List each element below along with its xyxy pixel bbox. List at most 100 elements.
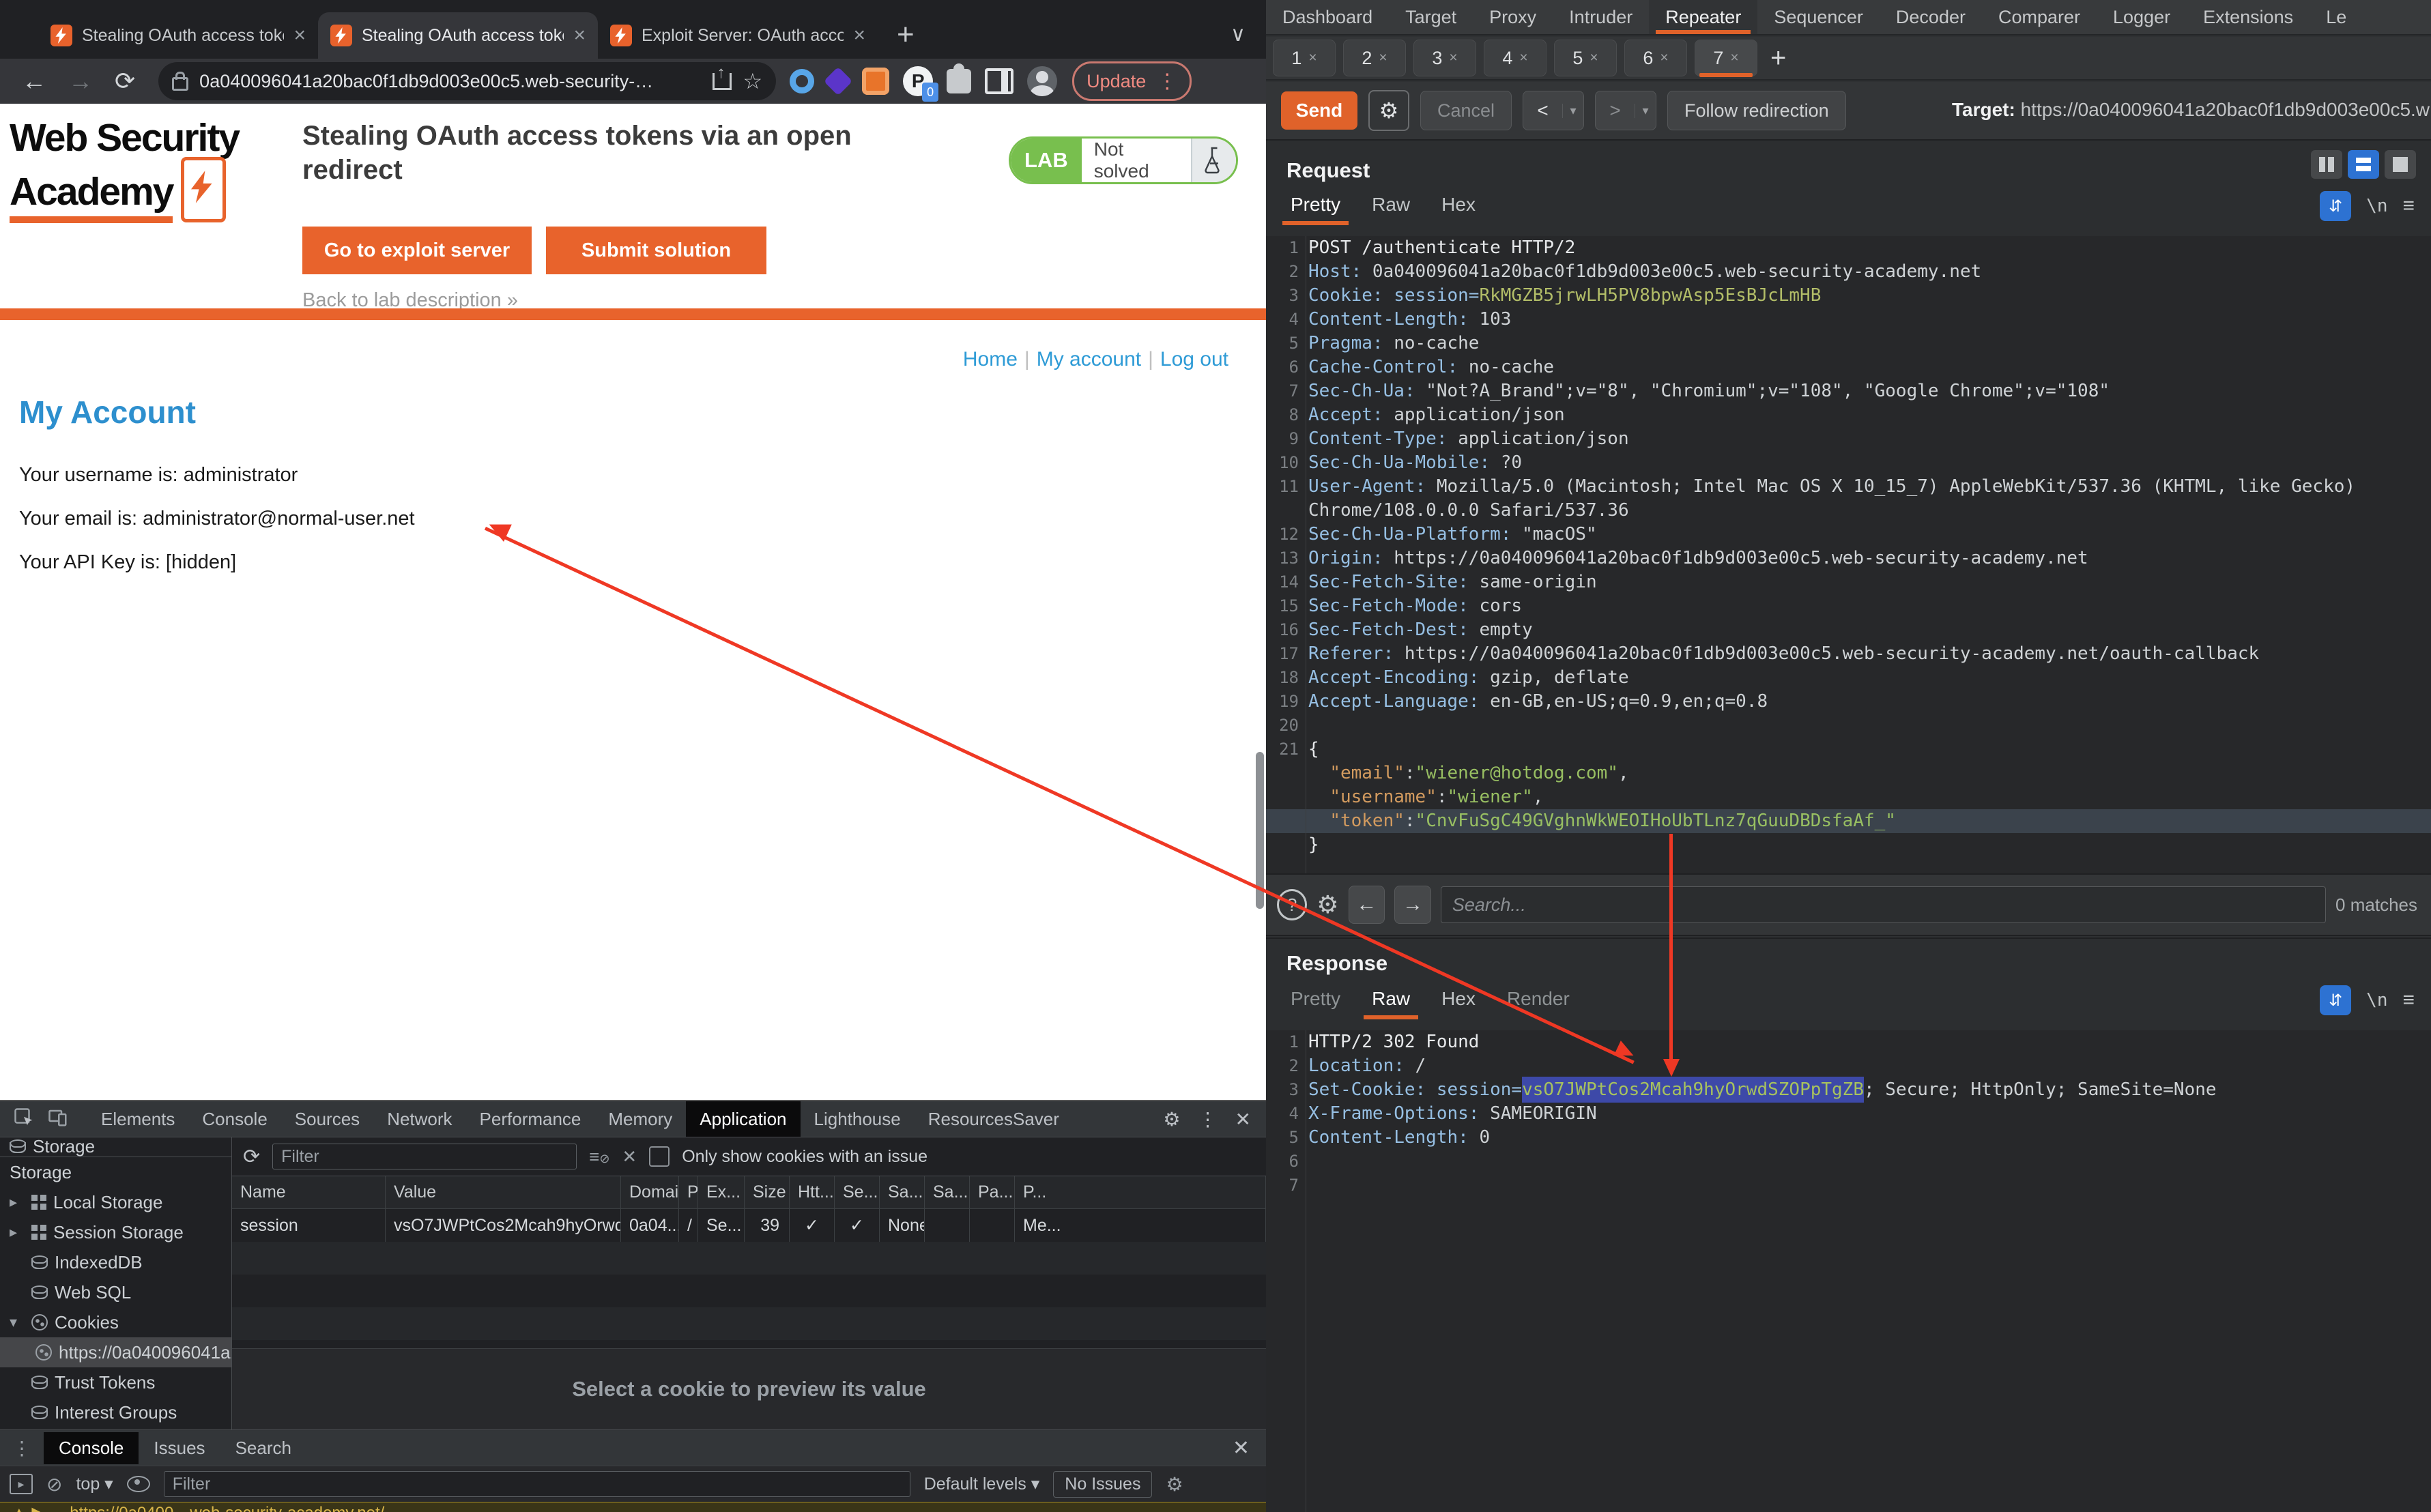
disclosure-triangle-icon[interactable]: ▸	[10, 1193, 25, 1211]
device-toolbar-icon[interactable]	[48, 1107, 68, 1131]
code-line[interactable]: 10 Sec-Ch-Ua-Mobile: ?0	[1266, 451, 2431, 475]
code-line[interactable]: 13 Origin: https://0a040096041a20bac0f1db…	[1266, 547, 2431, 570]
burp-tab[interactable]: Repeater	[1649, 0, 1758, 34]
devtools-tab[interactable]: Memory	[594, 1101, 686, 1137]
burp-tab[interactable]: Logger	[2097, 0, 2187, 34]
code-line[interactable]: 16 Sec-Fetch-Dest: empty	[1266, 618, 2431, 642]
code-line[interactable]: 18 Accept-Encoding: gzip, deflate	[1266, 666, 2431, 690]
tab-close-icon[interactable]: ×	[573, 24, 586, 47]
code-line[interactable]: 2 Host: 0a040096041a20bac0f1db9d003e00c5.…	[1266, 260, 2431, 284]
search-next-button[interactable]: →	[1394, 886, 1431, 924]
clear-console-icon[interactable]: ⊘	[46, 1473, 62, 1496]
address-bar[interactable]: 0a040096041a20bac0f1db9d003e00c5.web-sec…	[158, 62, 777, 100]
url-text[interactable]: 0a040096041a20bac0f1db9d003e00c5.web-sec…	[199, 71, 702, 92]
browser-tab-1[interactable]: Stealing OAuth access tokens ×	[38, 12, 318, 59]
repeater-tab-4[interactable]: 4 ×	[1484, 40, 1547, 76]
console-sidebar-toggle-icon[interactable]: ▸	[10, 1474, 33, 1494]
context-dropdown[interactable]: top ▾	[76, 1474, 113, 1494]
soft-wrap-icon[interactable]: ⇵	[2320, 985, 2352, 1015]
column-header[interactable]: Ex...	[698, 1176, 745, 1208]
column-header[interactable]: Domain	[621, 1176, 679, 1208]
cookie-cell[interactable]: ✓	[790, 1209, 835, 1242]
sidebar-item[interactable]: IndexedDB	[0, 1247, 231, 1277]
chrome-update-button[interactable]: Update ⋮	[1072, 61, 1192, 101]
code-line[interactable]: 6	[1266, 1150, 2431, 1174]
burp-tab[interactable]: Comparer	[1982, 0, 2097, 34]
repeater-tab-close-icon[interactable]: ×	[1730, 50, 1738, 66]
log-levels-dropdown[interactable]: Default levels ▾	[924, 1474, 1040, 1494]
devtools-tab[interactable]: Application	[686, 1101, 801, 1137]
code-line[interactable]: 8 Accept: application/json	[1266, 403, 2431, 427]
cookie-cell[interactable]: None	[880, 1209, 925, 1242]
extension-icon-ring[interactable]	[790, 69, 815, 93]
prev-request-button[interactable]: < ▾	[1523, 91, 1585, 130]
browser-tab-2-active[interactable]: Stealing OAuth access tokens ×	[318, 12, 598, 59]
bookmark-star-icon[interactable]: ☆	[743, 68, 762, 94]
column-header[interactable]: Se...	[835, 1176, 880, 1208]
code-line[interactable]: "username":"wiener",	[1266, 785, 2431, 809]
layout-columns-button[interactable]	[2311, 150, 2342, 179]
go-to-exploit-server-button[interactable]: Go to exploit server	[302, 227, 532, 274]
response-tab-render[interactable]: Render	[1496, 984, 1581, 1014]
extension-icon-diamond[interactable]	[823, 66, 853, 96]
code-line[interactable]: 4 Content-Length: 103	[1266, 308, 2431, 332]
cookie-cell[interactable]	[925, 1209, 970, 1242]
filter-flag-icon[interactable]: ≡⊘	[589, 1146, 609, 1167]
profile-avatar[interactable]	[1027, 66, 1058, 96]
devtools-tab[interactable]: Console	[188, 1101, 280, 1137]
search-input[interactable]	[1440, 886, 2327, 923]
layout-single-button[interactable]	[2385, 150, 2416, 179]
drawer-kebab-icon[interactable]: ⋮	[12, 1437, 31, 1459]
add-repeater-tab-button[interactable]: +	[1770, 43, 1786, 74]
sidebar-item-cookie-origin-selected[interactable]: https://0a040096041a20ba	[0, 1337, 231, 1367]
repeater-tab-close-icon[interactable]: ×	[1519, 50, 1527, 66]
code-line[interactable]: 12 Sec-Ch-Ua-Platform: "macOS"	[1266, 523, 2431, 547]
cookie-cell[interactable]: Se...	[698, 1209, 745, 1242]
cancel-button[interactable]: Cancel	[1420, 91, 1512, 130]
editor-menu-icon[interactable]: ≡	[2402, 989, 2415, 1012]
sidebar-item[interactable]: ▸ Session Storage	[0, 1217, 231, 1247]
code-line[interactable]: "token":"CnvFuSgC49GVghnWkWEOIHoUbTLnz7q…	[1266, 809, 2431, 833]
share-icon[interactable]	[713, 63, 732, 90]
browser-menu-kebab-icon[interactable]: ⋮	[1157, 70, 1177, 93]
code-line[interactable]: 19 Accept-Language: en-GB,en-US;q=0.9,en;…	[1266, 690, 2431, 714]
code-line[interactable]: Chrome/108.0.0.0 Safari/537.36	[1266, 499, 2431, 523]
console-warning-row-clipped[interactable]: ▲ ▶ … https://0a0400…web-security-academ…	[0, 1502, 1266, 1512]
repeater-tab-6[interactable]: 6 ×	[1624, 40, 1687, 76]
repeater-tab-1[interactable]: 1 ×	[1273, 40, 1336, 76]
column-header[interactable]: Name	[232, 1176, 386, 1208]
response-editor[interactable]: 1 HTTP/2 302 Found 2 Location: /3 Set-Cookie…	[1266, 1030, 2431, 1512]
follow-redirection-button[interactable]: Follow redirection	[1667, 91, 1846, 130]
disclosure-triangle-icon[interactable]: ▸	[10, 1223, 25, 1241]
devtools-tab[interactable]: Performance	[466, 1101, 595, 1137]
devtools-tab[interactable]: Elements	[87, 1101, 188, 1137]
request-tab-hex[interactable]: Hex	[1430, 190, 1486, 220]
burp-tab[interactable]: Decoder	[1880, 0, 1982, 34]
cookie-filter-input[interactable]: Filter	[272, 1144, 577, 1169]
column-header[interactable]: Sa...	[925, 1176, 970, 1208]
sidebar-item[interactable]: ▾ Cookies	[0, 1307, 231, 1337]
clear-filter-icon[interactable]: ✕	[622, 1146, 637, 1167]
code-line[interactable]: 7 Sec-Ch-Ua: "Not?A_Brand";v="8", "Chromi…	[1266, 379, 2431, 403]
burp-tab[interactable]: Target	[1389, 0, 1473, 34]
response-tab-raw[interactable]: Raw	[1361, 984, 1421, 1019]
search-prev-button[interactable]: ←	[1348, 886, 1385, 924]
code-line[interactable]: 3 Cookie: session=RkMGZB5jrwLH5PV8bpwAsp5…	[1266, 284, 2431, 308]
column-header[interactable]: Pa...	[970, 1176, 1015, 1208]
cookie-cell[interactable]	[970, 1209, 1015, 1242]
sidebar-item-storage-cut[interactable]: Storage	[0, 1137, 231, 1157]
show-newlines-icon[interactable]: \n	[2366, 196, 2387, 216]
side-panel-icon[interactable]	[985, 68, 1014, 94]
sidebar-item[interactable]: Interest Groups	[0, 1397, 231, 1427]
response-tab-pretty[interactable]: Pretty	[1280, 984, 1351, 1014]
reload-button[interactable]: ⟳	[115, 67, 135, 96]
repeater-tab-5[interactable]: 5 ×	[1554, 40, 1617, 76]
code-line[interactable]: 20	[1266, 714, 2431, 738]
cookie-cell[interactable]: vsO7JWPtCos2Mcah9hyOrwdSZ...	[386, 1209, 621, 1242]
code-line[interactable]: 2 Location: /	[1266, 1054, 2431, 1078]
next-request-button[interactable]: > ▾	[1595, 91, 1657, 130]
code-line[interactable]: 17 Referer: https://0a040096041a20bac0f1d…	[1266, 642, 2431, 666]
code-line[interactable]: 5 Pragma: no-cache	[1266, 332, 2431, 355]
code-line[interactable]: 14 Sec-Fetch-Site: same-origin	[1266, 570, 2431, 594]
code-line[interactable]: 7	[1266, 1174, 2431, 1197]
